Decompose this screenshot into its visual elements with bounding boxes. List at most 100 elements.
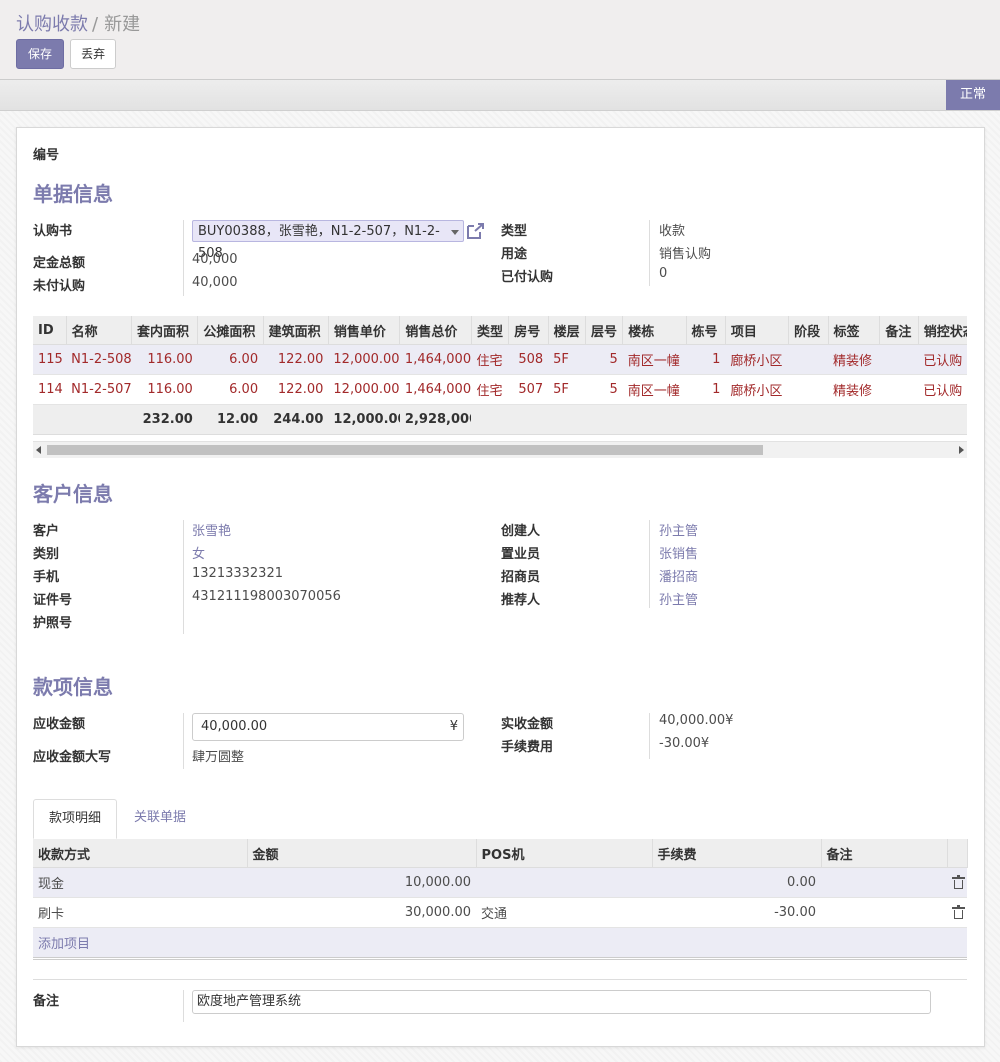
referrer-link[interactable]: 孙主管 — [659, 589, 698, 608]
col-name[interactable]: 名称 — [66, 316, 132, 345]
col-pos[interactable]: POS机 — [476, 839, 653, 868]
units-totals-row: 232.00 12.00 244.00 12,000.00 2,928,000 — [33, 404, 967, 434]
col-remark[interactable]: 备注 — [821, 839, 948, 868]
customer-link[interactable]: 张雪艳 — [192, 520, 231, 539]
field-divider — [649, 713, 650, 759]
paid-label: 已付认购 — [501, 270, 554, 285]
cell-remark — [879, 344, 919, 375]
customer-section-title: 客户信息 — [33, 482, 113, 506]
table-row[interactable]: 现金 10,000.00 0.00 — [33, 867, 967, 898]
cell-remark — [879, 374, 919, 405]
recruiter-link[interactable]: 潘招商 — [659, 566, 698, 585]
col-fee[interactable]: 手续费 — [652, 839, 822, 868]
external-link-icon[interactable] — [466, 222, 486, 240]
agent-label: 置业员 — [501, 547, 541, 562]
fee-value: -30.00¥ — [659, 736, 710, 751]
doc-section-title: 单据信息 — [33, 182, 113, 206]
col-project[interactable]: 项目 — [725, 316, 790, 345]
breadcrumb-parent-link[interactable]: 认购收款 — [16, 14, 88, 35]
notes-label: 备注 — [33, 994, 60, 1009]
total-shared-area: 12.00 — [197, 404, 264, 434]
cell-amount: 30,000.00 — [247, 897, 476, 928]
payment-section-title: 款项信息 — [33, 675, 113, 699]
units-table: ID 名称 套内面积 公摊面积 建筑面积 销售单价 销售总价 类型 房号 楼层 … — [33, 316, 967, 434]
category-link[interactable]: 女 — [192, 543, 205, 562]
tab-related[interactable]: 关联单据 — [119, 799, 201, 839]
units-header-row: ID 名称 套内面积 公摊面积 建筑面积 销售单价 销售总价 类型 房号 楼层 … — [33, 316, 967, 345]
discard-button[interactable]: 丢弃 — [70, 39, 117, 69]
breadcrumb-current: 新建 — [104, 14, 141, 35]
received-value: 40,000.00¥ — [659, 713, 734, 728]
table-row[interactable]: 114 N1-2-507 116.00 6.00 122.00 12,000.0… — [33, 374, 967, 405]
category-label: 类别 — [33, 547, 60, 562]
cell-total-price: 1,464,000 — [399, 374, 472, 405]
cell-fee: 0.00 — [652, 867, 821, 898]
field-divider — [649, 520, 650, 608]
col-room-no[interactable]: 房号 — [508, 316, 549, 345]
status-normal[interactable]: 正常 — [945, 80, 1000, 110]
notes-input[interactable]: 欧度地产管理系统 — [192, 990, 931, 1014]
col-floor[interactable]: 楼层 — [548, 316, 586, 345]
scroll-right-icon[interactable] — [959, 446, 964, 454]
cell-building: 南区一幢 — [622, 344, 686, 375]
col-id[interactable]: ID — [33, 316, 67, 345]
cell-sales-status: 已认购 — [918, 344, 967, 375]
col-inner-area[interactable]: 套内面积 — [131, 316, 199, 345]
chevron-down-icon[interactable] — [451, 230, 459, 235]
col-total-price[interactable]: 销售总价 — [399, 316, 472, 345]
col-payment-method[interactable]: 收款方式 — [33, 839, 248, 868]
payment-tabs: 款项明细 关联单据 — [33, 799, 967, 840]
col-sales-status[interactable]: 销控状态 — [918, 316, 967, 345]
cell-project: 廊桥小区 — [725, 344, 789, 375]
col-building[interactable]: 楼栋 — [622, 316, 687, 345]
cell-pos: 交通 — [476, 897, 652, 928]
add-item-link[interactable]: 添加项目 — [38, 937, 90, 952]
cell-name: N1-2-508 — [66, 344, 132, 375]
cell-pos — [476, 867, 652, 898]
col-building-no[interactable]: 栋号 — [686, 316, 726, 345]
table-row[interactable]: 刷卡 30,000.00 交通 -30.00 — [33, 897, 967, 928]
col-building-area[interactable]: 建筑面积 — [263, 316, 329, 345]
agent-link[interactable]: 张销售 — [659, 543, 698, 562]
breadcrumb-separator: / — [92, 14, 99, 35]
scroll-left-icon[interactable] — [36, 446, 41, 454]
phone-value: 13213332321 — [192, 566, 283, 581]
cell-id: 114 — [33, 374, 67, 405]
horizontal-scrollbar[interactable] — [33, 441, 967, 458]
add-item-row: 添加项目 — [33, 927, 967, 960]
col-unit-price[interactable]: 销售单价 — [328, 316, 401, 345]
col-floor-no[interactable]: 层号 — [585, 316, 624, 345]
cell-sales-status: 已认购 — [918, 374, 967, 405]
creator-link[interactable]: 孙主管 — [659, 520, 698, 539]
col-amount[interactable]: 金额 — [247, 839, 477, 868]
cell-building-area: 122.00 — [263, 374, 329, 405]
units-table-wrapper: ID 名称 套内面积 公摊面积 建筑面积 销售单价 销售总价 类型 房号 楼层 … — [33, 316, 967, 435]
scroll-thumb[interactable] — [47, 445, 763, 455]
receivable-caps-value: 肆万圆整 — [192, 750, 245, 765]
trash-icon[interactable] — [952, 905, 965, 919]
type-value: 收款 — [659, 224, 686, 239]
table-row[interactable]: 115 N1-2-508 116.00 6.00 122.00 12,000.0… — [33, 344, 967, 375]
deposit-total-label: 定金总额 — [33, 256, 86, 271]
cell-payment-method: 刷卡 — [33, 897, 247, 928]
tab-details[interactable]: 款项明细 — [33, 799, 118, 839]
field-divider — [183, 990, 184, 1022]
cell-id: 115 — [33, 344, 67, 375]
referrer-label: 推荐人 — [501, 593, 541, 608]
currency-symbol: ¥ — [449, 719, 458, 734]
cell-building-no: 1 — [686, 374, 726, 405]
field-divider — [183, 713, 184, 769]
id-number-value: 431211198003070056 — [192, 589, 341, 604]
total-cell — [879, 404, 919, 434]
col-shared-area[interactable]: 公摊面积 — [197, 316, 264, 345]
col-remark[interactable]: 备注 — [879, 316, 919, 345]
trash-icon[interactable] — [952, 875, 965, 889]
cell-total-price: 1,464,000 — [399, 344, 472, 375]
save-button[interactable]: 保存 — [16, 39, 65, 69]
receivable-input[interactable]: 40,000.00 ¥ — [192, 713, 464, 741]
subscription-select[interactable]: BUY00388，张雪艳，N1-2-507，N1-2-508 — [192, 220, 464, 261]
col-tag[interactable]: 标签 — [828, 316, 881, 345]
col-type[interactable]: 类型 — [471, 316, 510, 345]
col-stage[interactable]: 阶段 — [788, 316, 829, 345]
received-label: 实收金额 — [501, 717, 554, 732]
